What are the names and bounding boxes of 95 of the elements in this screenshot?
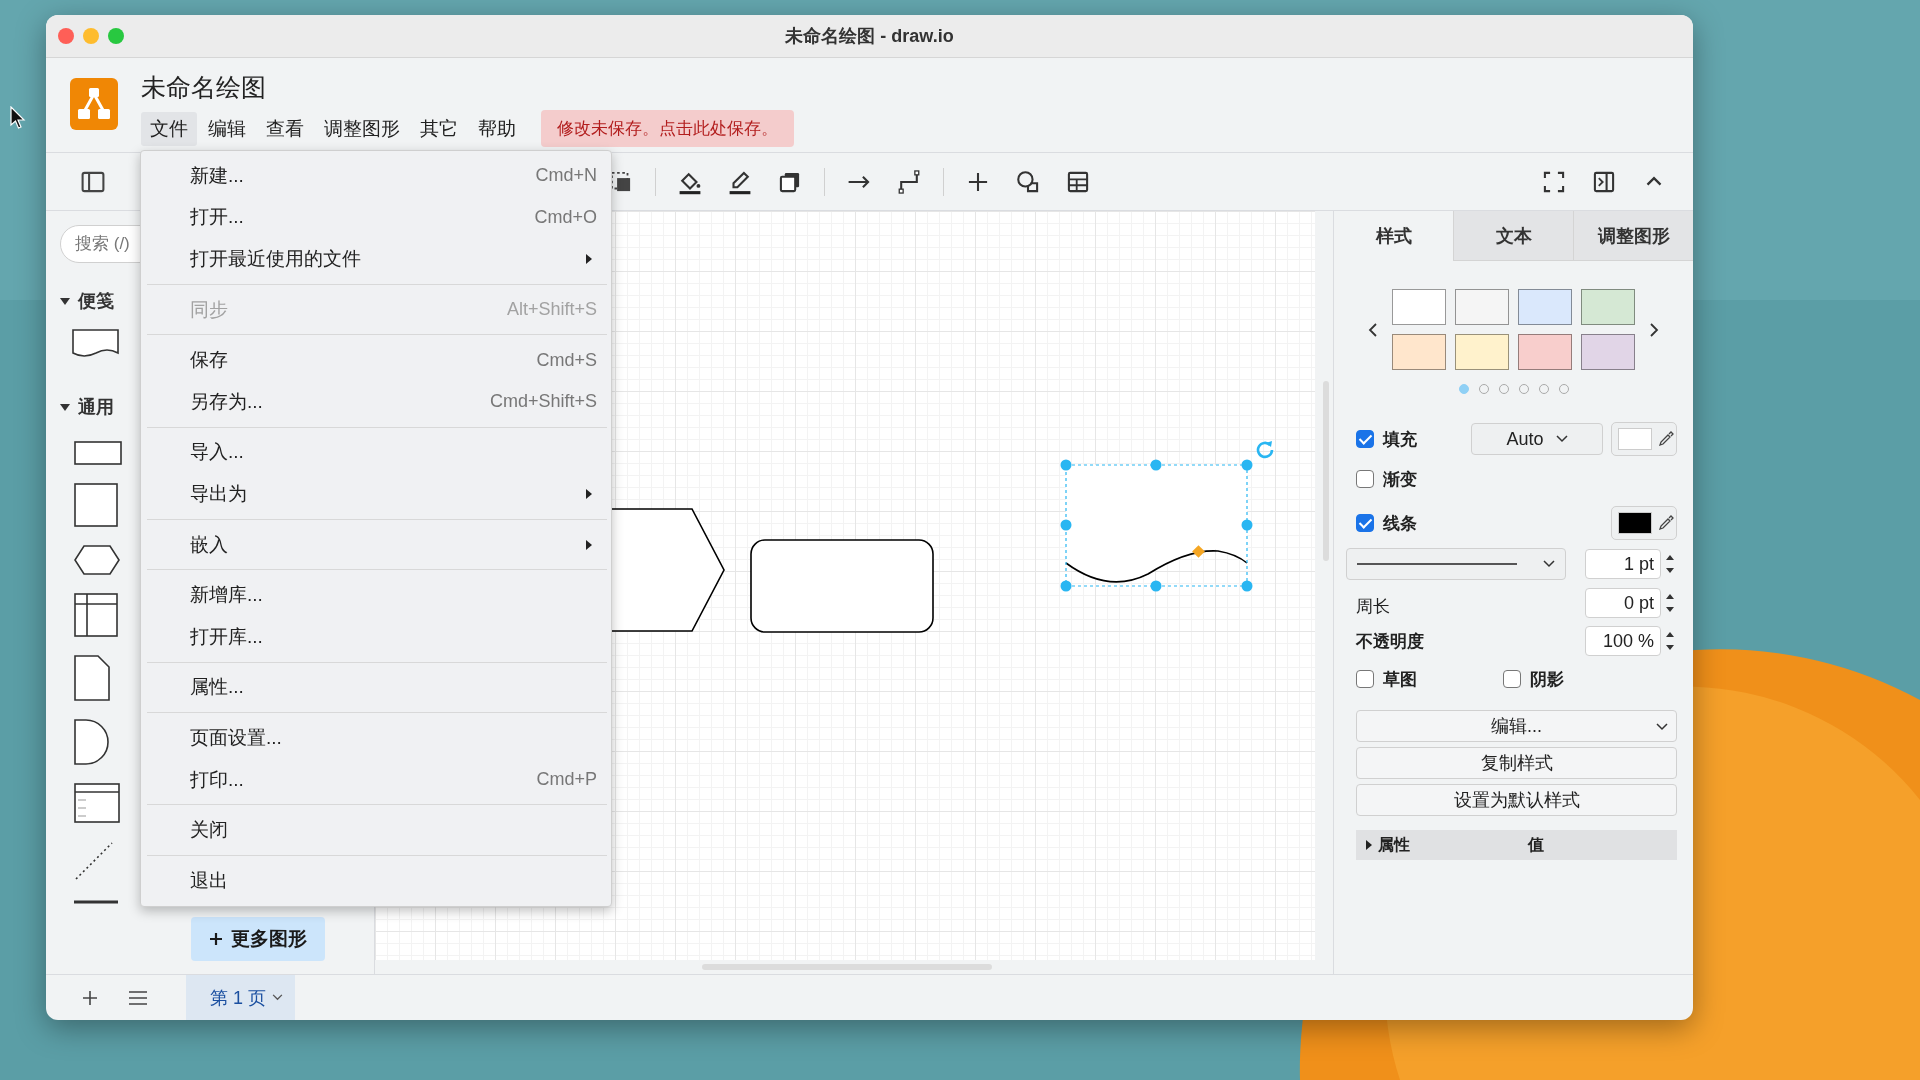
line-shape-icon[interactable] — [74, 899, 118, 905]
dotted-line-shape-icon[interactable] — [74, 841, 114, 881]
next-icon[interactable] — [1649, 321, 1659, 338]
menu-item[interactable]: 其它 — [411, 111, 467, 146]
dropdown-caret-icon — [1656, 723, 1668, 731]
delay-shape-icon[interactable] — [74, 719, 110, 765]
checkbox[interactable] — [1356, 470, 1374, 488]
checkbox[interactable] — [1356, 514, 1374, 532]
waypoint-icon[interactable] — [896, 168, 922, 195]
app-logo-icon — [70, 78, 118, 130]
menu-entry[interactable]: 嵌入 — [141, 523, 611, 566]
hexagon-shape-icon[interactable] — [74, 545, 120, 575]
dropdown-caret-icon — [272, 994, 283, 1001]
checkbox[interactable] — [1503, 670, 1521, 688]
option-label: 线条 — [1383, 512, 1417, 535]
column-heading: 值 — [1528, 834, 1544, 855]
page-tab[interactable]: 第 1 页 — [186, 975, 295, 1020]
eyedropper-icon[interactable] — [1658, 431, 1674, 447]
menu-entry[interactable]: 退出 — [141, 859, 611, 902]
option-label: 草图 — [1383, 668, 1418, 691]
option-label: 不透明度 — [1356, 630, 1424, 653]
dropdown-caret-icon — [1555, 435, 1568, 443]
add-page-icon[interactable] — [82, 989, 98, 1006]
section-title[interactable]: 通用 — [78, 395, 114, 419]
previous-icon[interactable] — [1368, 321, 1378, 338]
menu-entry[interactable]: 导入... — [141, 431, 611, 474]
menu-entry[interactable]: 打开... Cmd+O — [141, 196, 611, 239]
properties-header[interactable]: 属性 值 — [1356, 830, 1677, 860]
menu-entry[interactable]: 导出为 — [141, 473, 611, 515]
more-shapes-button[interactable]: 更多图形 — [191, 917, 325, 961]
section-title[interactable]: 便笺 — [78, 289, 114, 313]
edit-style-button[interactable]: 编辑... — [1356, 710, 1677, 742]
dropdown-caret-icon — [1543, 560, 1555, 568]
opacity-field[interactable]: 100 % — [1585, 626, 1661, 656]
menu-entry[interactable]: 另存为... Cmd+Shift+S — [141, 380, 611, 423]
line-width-field[interactable]: 1 pt — [1585, 549, 1661, 579]
mouse-pointer-icon — [10, 106, 26, 130]
close-button[interactable] — [58, 28, 74, 44]
page-dot[interactable] — [1458, 384, 1469, 394]
style-swatch[interactable] — [1581, 334, 1635, 370]
expand-caret-icon[interactable] — [60, 297, 70, 305]
style-swatch[interactable] — [1518, 334, 1572, 370]
shapes-icon[interactable] — [1015, 168, 1041, 195]
rectangle-shape-icon[interactable] — [74, 441, 122, 465]
rotate-handle-icon[interactable] — [1255, 439, 1275, 459]
style-swatch[interactable] — [1581, 289, 1635, 325]
rounded-rectangle-shape[interactable] — [750, 539, 934, 633]
menu-entry[interactable]: 新增库... — [141, 574, 611, 616]
format-tab[interactable]: 文本 — [1453, 211, 1573, 261]
style-swatch[interactable] — [1455, 334, 1509, 370]
list-shape-icon[interactable] — [74, 783, 120, 823]
note-shape-icon[interactable] — [72, 329, 120, 359]
menu-entry[interactable]: 页面设置... — [141, 717, 611, 759]
style-swatch[interactable] — [1392, 334, 1446, 370]
expand-caret-icon[interactable] — [1366, 840, 1372, 850]
table-shape-icon[interactable] — [74, 593, 118, 637]
checkbox[interactable] — [1356, 670, 1374, 688]
menu-item[interactable]: 帮助 — [469, 111, 525, 146]
fill-mode-select[interactable]: Auto — [1471, 423, 1603, 455]
menu-entry[interactable]: 打开库... — [141, 615, 611, 658]
menu-entry[interactable]: 新建... Cmd+N — [141, 155, 611, 197]
option-label: 填充 — [1383, 428, 1417, 451]
option-label: 渐变 — [1383, 468, 1417, 491]
fill-color-picker[interactable] — [1611, 422, 1677, 456]
unsaved-notice[interactable]: 修改未保存。点击此处保存。 — [541, 110, 794, 147]
style-swatch[interactable] — [1455, 289, 1509, 325]
menu-item[interactable]: 查看 — [257, 111, 313, 146]
format-tab[interactable]: 调整图形 — [1573, 211, 1693, 261]
window-title: 未命名绘图 - draw.io — [785, 25, 954, 48]
menu-item[interactable]: 文件 — [141, 111, 197, 146]
expand-caret-icon[interactable] — [60, 403, 70, 411]
menu-entry[interactable]: 保存 Cmd+S — [141, 339, 611, 381]
solid-line-icon — [1357, 562, 1517, 566]
line-style-select[interactable] — [1346, 548, 1566, 580]
plus-icon — [209, 932, 223, 946]
checkbox[interactable] — [1356, 430, 1374, 448]
column-heading: 属性 — [1378, 834, 1411, 855]
set-default-style-button[interactable]: 设置为默认样式 — [1356, 784, 1677, 816]
menu-icon[interactable] — [128, 989, 148, 1006]
style-swatch[interactable] — [1392, 289, 1446, 325]
menu-entry[interactable]: 打印... Cmd+P — [141, 758, 611, 801]
document-shape-icon[interactable] — [74, 655, 110, 701]
menu-item[interactable]: 调整图形 — [315, 111, 409, 146]
menu-entry[interactable]: 打开最近使用的文件 — [141, 238, 611, 280]
menu-entry[interactable]: 属性... — [141, 666, 611, 709]
line-color-picker[interactable] — [1611, 506, 1677, 540]
perimeter-field[interactable]: 0 pt — [1585, 588, 1661, 618]
copy-style-button[interactable]: 复制样式 — [1356, 747, 1677, 779]
menu-item[interactable]: 编辑 — [199, 111, 255, 146]
eyedropper-icon[interactable] — [1658, 515, 1674, 531]
document-title[interactable]: 未命名绘图 — [141, 72, 794, 102]
square-shape-icon[interactable] — [74, 483, 118, 527]
style-swatch[interactable] — [1518, 289, 1572, 325]
option-label: 阴影 — [1530, 668, 1564, 691]
menu-entry[interactable]: 关闭 — [141, 809, 611, 851]
